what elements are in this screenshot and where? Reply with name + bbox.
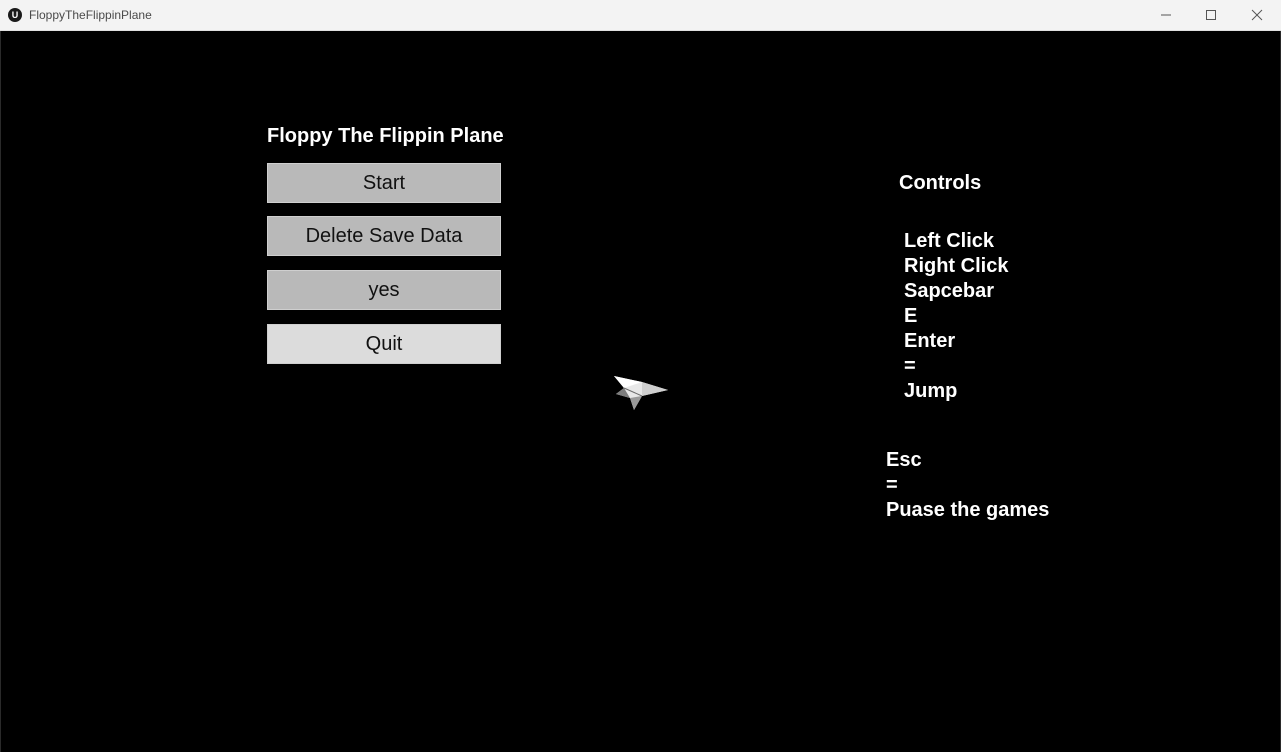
control-line: Enter: [904, 330, 956, 352]
minimize-button[interactable]: [1143, 0, 1189, 30]
game-title: Floppy The Flippin Plane: [267, 125, 504, 147]
close-button[interactable]: [1234, 0, 1280, 30]
minimize-icon: [1161, 14, 1171, 16]
control-line: Left Click: [904, 230, 995, 252]
esc-line: Esc: [886, 449, 922, 471]
yes-button[interactable]: yes: [267, 270, 501, 310]
start-button[interactable]: Start: [267, 163, 501, 203]
quit-button[interactable]: Quit: [267, 324, 501, 364]
control-line: =: [904, 355, 916, 377]
controls-list: Left Click Right Click Sapcebar E Enter …: [904, 229, 1008, 404]
esc-line: =: [886, 474, 898, 496]
window-title: FloppyTheFlippinPlane: [29, 8, 152, 22]
window-titlebar[interactable]: U FloppyTheFlippinPlane: [0, 0, 1281, 31]
esc-controls-list: Esc = Puase the games: [886, 448, 1049, 523]
maximize-icon: [1206, 10, 1216, 20]
paper-plane-icon: [614, 376, 668, 410]
control-line: E: [904, 305, 918, 327]
close-icon: [1251, 9, 1263, 21]
maximize-button[interactable]: [1188, 0, 1234, 30]
delete-save-data-button[interactable]: Delete Save Data: [267, 216, 501, 256]
esc-line: Puase the games: [886, 499, 1050, 521]
unreal-engine-icon: U: [8, 8, 22, 22]
control-line: Sapcebar: [904, 280, 995, 302]
control-line: Right Click: [904, 255, 1009, 277]
control-line: Jump: [904, 380, 958, 402]
controls-title: Controls: [899, 172, 982, 194]
